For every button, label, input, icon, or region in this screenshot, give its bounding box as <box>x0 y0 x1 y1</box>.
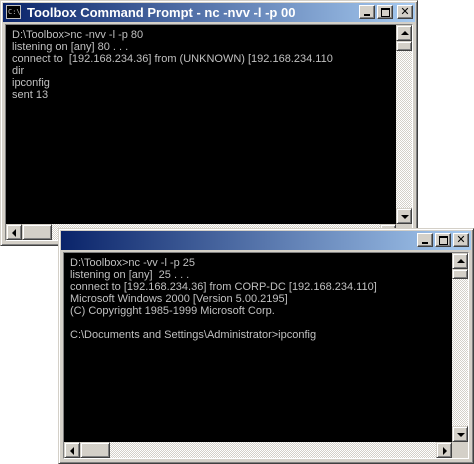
scroll-up-button[interactable] <box>452 253 468 269</box>
scroll-right-button[interactable] <box>436 442 452 458</box>
arrow-up-icon <box>457 259 465 263</box>
console-line: D:\Toolbox>nc -nvv -l -p 80 <box>12 29 144 41</box>
vertical-scroll-thumb[interactable] <box>452 269 468 279</box>
console-line: dir <box>12 65 25 77</box>
scroll-down-button[interactable] <box>452 426 468 442</box>
scrollbar-corner <box>452 442 468 458</box>
maximize-button[interactable] <box>377 5 393 19</box>
horizontal-scroll-thumb[interactable] <box>22 224 52 240</box>
arrow-left-icon <box>70 447 74 455</box>
console-line: Microsoft Windows 2000 [Version 5.00.219… <box>70 293 288 305</box>
close-button[interactable]: ✕ <box>453 233 469 247</box>
vertical-scrollbar[interactable] <box>396 25 412 224</box>
close-icon: ✕ <box>456 233 466 246</box>
maximize-button[interactable] <box>435 233 451 247</box>
console-output[interactable]: D:\Toolbox>nc -vv -l -p 25 listening on [… <box>64 253 452 442</box>
scroll-left-button[interactable] <box>64 442 80 458</box>
arrow-left-icon <box>12 229 16 237</box>
console-line: D:\Toolbox>nc -vv -l -p 25 <box>70 257 196 269</box>
console-line: connect to [192.168.234.36] from (UNKNOW… <box>12 53 333 65</box>
title-bar[interactable]: ✕ <box>61 231 471 250</box>
console-line: listening on [any] 80 . . . <box>12 41 129 53</box>
console-client-area: D:\Toolbox>nc -nvv -l -p 80 listening on … <box>5 24 413 241</box>
console-line: listening on [any] 25 . . . <box>70 269 190 281</box>
console-line: connect to [192.168.234.36] from CORP-DC… <box>70 281 377 293</box>
scroll-left-button[interactable] <box>6 224 22 240</box>
title-bar[interactable]: C:\ Toolbox Command Prompt - nc -nvv -l … <box>3 3 415 22</box>
arrow-up-icon <box>401 31 409 35</box>
arrow-down-icon <box>457 433 465 437</box>
minimize-button[interactable] <box>417 233 433 247</box>
vertical-scrollbar[interactable] <box>452 253 468 442</box>
arrow-down-icon <box>401 215 409 219</box>
minimize-button[interactable] <box>359 5 375 19</box>
scroll-down-button[interactable] <box>396 208 412 224</box>
console-output[interactable]: D:\Toolbox>nc -nvv -l -p 80 listening on … <box>6 25 396 224</box>
close-icon: ✕ <box>400 5 410 18</box>
console-line: sent 13 <box>12 89 49 101</box>
horizontal-scrollbar[interactable] <box>64 442 452 458</box>
vertical-scroll-thumb[interactable] <box>396 41 412 51</box>
arrow-right-icon <box>443 447 447 455</box>
command-prompt-window-1[interactable]: C:\ Toolbox Command Prompt - nc -nvv -l … <box>0 0 418 246</box>
close-button[interactable]: ✕ <box>397 5 413 19</box>
scroll-up-button[interactable] <box>396 25 412 41</box>
console-system-icon[interactable]: C:\ <box>6 5 21 19</box>
console-line: C:\Documents and Settings\Administrator>… <box>70 329 317 341</box>
console-line: (C) Copyrigght 1985-1999 Microsoft Corp. <box>70 305 275 317</box>
window-title: Toolbox Command Prompt - nc -nvv -l -p 0… <box>27 5 296 20</box>
horizontal-scroll-thumb[interactable] <box>80 442 110 458</box>
command-prompt-window-2[interactable]: ✕ D:\Toolbox>nc -vv -l -p 25 listening on… <box>58 228 474 464</box>
console-client-area: D:\Toolbox>nc -vv -l -p 25 listening on [… <box>63 252 469 459</box>
console-line: ipconfig <box>12 77 50 89</box>
